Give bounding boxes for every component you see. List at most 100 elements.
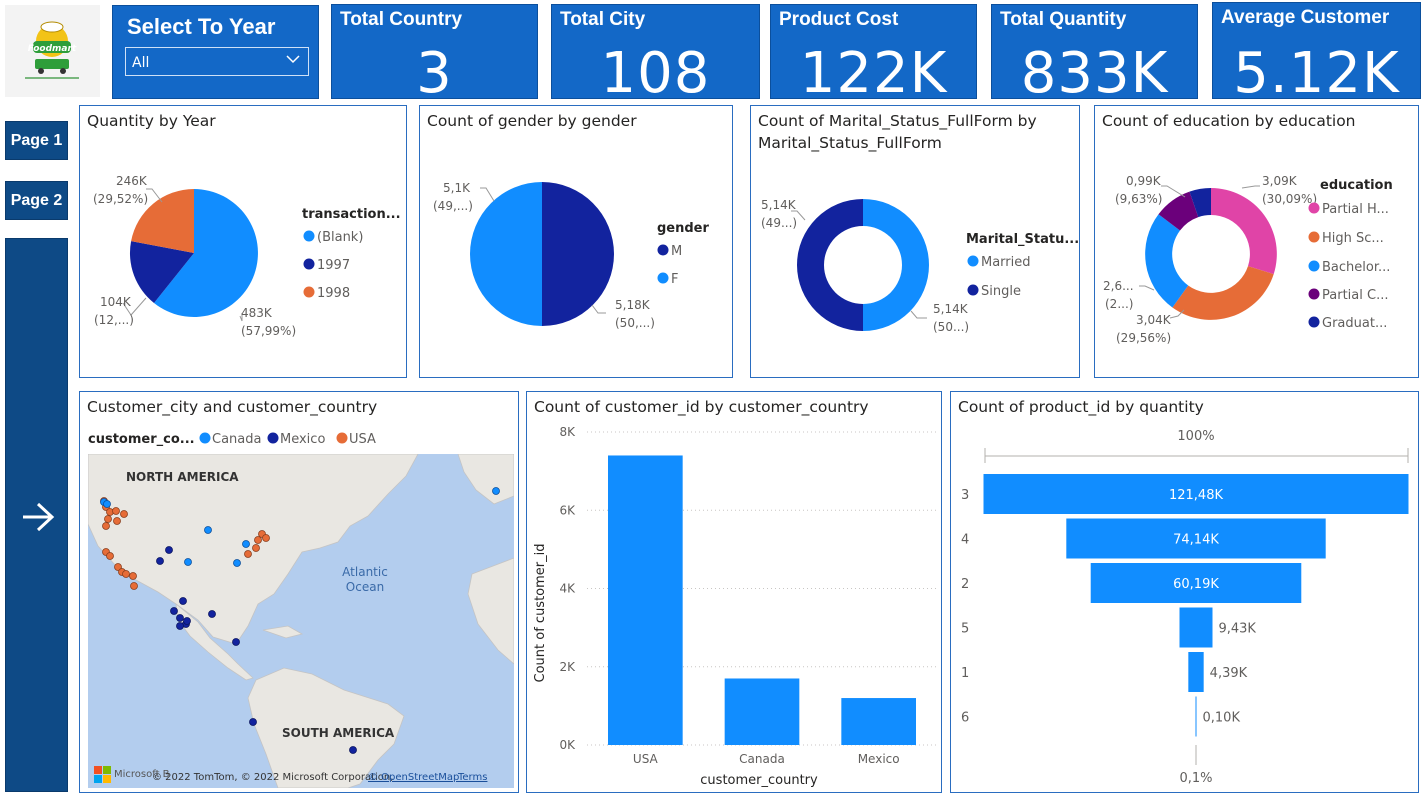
label-partial-college-value: 0,99K — [1126, 174, 1162, 188]
legend-item: Mexico — [280, 432, 325, 447]
kpi-value: 3 — [416, 41, 453, 106]
label-1998-percent: (29,52%) — [93, 192, 148, 206]
page-2-button[interactable]: Page 2 — [5, 181, 68, 220]
quantity-by-year-pie: 246K (29,52%) 104K (12,...) 483K (57,99%… — [93, 174, 401, 338]
donut-slice-high-school — [1172, 266, 1274, 320]
label-f-value: 5,1K — [443, 181, 471, 195]
legend-item: Single — [981, 284, 1021, 299]
foodmart-logo: Foodmart — [5, 5, 100, 97]
kpi-total-quantity: Total Quantity 833K — [991, 4, 1198, 106]
kpi-title: Total Quantity — [1000, 9, 1127, 30]
map-attribution: © 2022 TomTom, © 2022 Microsoft Corporat… — [152, 772, 393, 783]
label-m-value: 5,18K — [615, 298, 651, 312]
kpi-total-city: Total City 108 — [551, 4, 760, 106]
svg-text:Foodmart: Foodmart — [28, 44, 77, 54]
label-high-school-percent: (29,56%) — [1116, 331, 1171, 345]
map-legend: customer_co... Canada Mexico USA — [88, 432, 376, 447]
slicer-title: Select To Year — [127, 14, 276, 39]
funnel-category-label: 5 — [961, 622, 969, 637]
legend-item: Canada — [212, 432, 261, 447]
map-label-ocean: Atlantic — [342, 565, 388, 579]
legend-title: education — [1320, 178, 1393, 193]
label-1998-value: 246K — [116, 174, 148, 188]
funnel-top-label: 100% — [1177, 429, 1214, 444]
customer-map-card: Customer_city and customer_country custo… — [79, 391, 519, 793]
label-1997-percent: (12,...) — [94, 313, 134, 327]
terms-link[interactable]: Terms — [457, 772, 487, 783]
kpi-total-country: Total Country 3 — [331, 4, 538, 106]
kpi-value: 122K — [799, 41, 948, 106]
legend-item: Married — [981, 255, 1031, 270]
donut-slice-single — [797, 199, 863, 331]
funnel-bar-5 — [1179, 607, 1213, 648]
legend-marker — [1308, 260, 1320, 272]
y-tick-label: 6K — [559, 503, 576, 517]
legend-marker — [199, 432, 211, 444]
x-tick-label: USA — [633, 752, 659, 766]
legend-item: High Sc... — [1322, 231, 1384, 246]
page-1-label: Page 1 — [10, 131, 63, 149]
x-axis-title: customer_country — [700, 773, 818, 788]
label-blank-percent: (57,99%) — [241, 324, 296, 338]
funnel-category-label: 6 — [961, 711, 969, 726]
legend-title: customer_co... — [88, 432, 195, 447]
legend-marker — [303, 230, 315, 242]
x-tick-label: Canada — [739, 752, 785, 766]
y-tick-label: 0K — [559, 738, 576, 752]
legend-item: (Blank) — [317, 230, 363, 245]
map-label-south-america: SOUTH AMERICA — [282, 726, 395, 740]
kpi-title: Total City — [560, 9, 646, 30]
funnel-category-label: 3 — [961, 488, 969, 503]
legend-marker — [657, 244, 669, 256]
legend-marker — [1308, 202, 1320, 214]
bar-mexico — [841, 698, 916, 745]
legend-item: Partial H... — [1322, 202, 1389, 217]
label-f-percent: (49,...) — [433, 199, 473, 213]
label-blank-value: 483K — [241, 306, 273, 320]
kpi-value: 108 — [600, 41, 711, 106]
label-1997-value: 104K — [100, 295, 132, 309]
label-high-school-value: 3,04K — [1136, 313, 1172, 327]
legend-item: 1998 — [317, 286, 350, 301]
chevron-down-icon — [285, 51, 301, 71]
year-slicer: Select To Year All — [112, 5, 319, 99]
kpi-title: Total Country — [340, 9, 463, 30]
funnel-bottom-label: 0,1% — [1179, 771, 1212, 786]
funnel-value-label: 4,39K — [1210, 666, 1248, 681]
legend-item: 1997 — [317, 258, 350, 273]
marital-status-donut: 5,14K (49...) 5,14K (50...) Marital_Stat… — [761, 198, 1079, 334]
legend-marker — [303, 286, 315, 298]
legend-title: Marital_Statu... — [966, 232, 1079, 247]
bar-usa — [608, 455, 683, 745]
kpi-title: Product Cost — [779, 9, 899, 30]
page-2-label: Page 2 — [10, 191, 63, 209]
label-bachelors-percent: (2...) — [1105, 297, 1133, 311]
year-dropdown-value: All — [132, 55, 150, 71]
funnel-value-label: 60,19K — [1173, 577, 1219, 592]
next-page-button[interactable] — [5, 238, 68, 792]
osm-link[interactable]: © OpenStreetMap — [368, 772, 459, 783]
kpi-average-customer: Average Customer 5.12K — [1212, 2, 1421, 106]
arrow-right-icon — [23, 502, 55, 532]
legend-marker — [657, 272, 669, 284]
legend-item: M — [671, 244, 682, 259]
pie-slice-f — [470, 182, 542, 326]
funnel-category-label: 2 — [961, 577, 969, 592]
kpi-value: 5.12K — [1233, 41, 1400, 106]
legend-item: F — [671, 272, 678, 287]
map-canvas[interactable]: NORTH AMERICA SOUTH AMERICA Atlantic Oce… — [88, 454, 514, 788]
quantity-by-year-card: Quantity by Year 246K (29,52%) 104K (12,… — [79, 105, 407, 378]
customer-country-bar-card: Count of customer_id by customer_country… — [526, 391, 942, 793]
map-label-ocean: Ocean — [346, 580, 384, 594]
year-dropdown[interactable]: All — [125, 47, 309, 76]
funnel-bar-6 — [1195, 696, 1197, 737]
label-single-value: 5,14K — [761, 198, 797, 212]
kpi-value: 833K — [1020, 41, 1169, 106]
legend-marker — [1308, 231, 1320, 243]
gender-card: Count of gender by gender 5,1K (49,...) … — [419, 105, 733, 378]
education-donut: 0,99K (9,63%) 3,09K (30,09%) 2,6... (2..… — [1103, 174, 1393, 345]
funnel-value-label: 74,14K — [1173, 533, 1219, 548]
legend-marker — [303, 258, 315, 270]
label-married-percent: (50...) — [933, 320, 969, 334]
page-1-button[interactable]: Page 1 — [5, 121, 68, 160]
